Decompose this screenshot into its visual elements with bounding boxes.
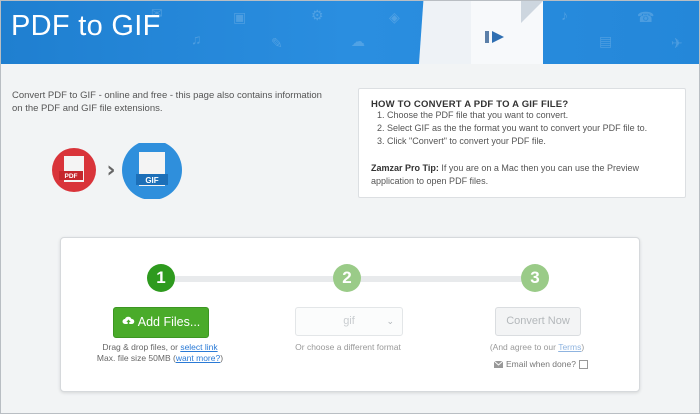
decor-icon: ◈ (389, 9, 400, 25)
header-banner: ✉ ♫ ▣ ✎ ⚙ ☁ ◈ ♪ ▤ ☎ ✈ PDF to GIF (1, 1, 699, 64)
format-select[interactable]: gif ⌄ (295, 307, 403, 336)
email-checkbox[interactable] (578, 360, 588, 370)
pro-tip-label: Zamzar Pro Tip: (371, 163, 439, 173)
howto-step: Choose the PDF file that you want to con… (387, 109, 647, 122)
step-1-badge: 1 (147, 264, 175, 292)
drag-drop-text: Drag & drop files, or (102, 342, 181, 352)
paren: ) (220, 353, 224, 363)
gif-icon-label: GIF (145, 176, 158, 185)
pro-tip: Zamzar Pro Tip: If you are on a Mac then… (371, 162, 676, 188)
howto-step: Select GIF as the the format you want to… (387, 122, 647, 135)
chevron-right-icon: › (106, 158, 115, 183)
decor-icon: ▣ (233, 9, 247, 25)
decor-icon: ☁ (351, 33, 365, 49)
pdf-icon-label: PDF (65, 173, 78, 180)
decor-icon: ♪ (561, 7, 568, 23)
agree-text: (And agree to our (489, 342, 559, 352)
format-hint: Or choose a different format (295, 342, 401, 352)
add-files-button[interactable]: Add Files... (113, 307, 209, 338)
play-icon (485, 31, 504, 43)
howto-steps: Choose the PDF file that you want to con… (373, 109, 647, 148)
decor-icon: ☎ (637, 9, 655, 25)
decor-icon: ✈ (671, 35, 683, 51)
decor-icon: ⚙ (311, 7, 324, 23)
converter-card: 1 2 3 Add Files... Drag & drop files, or… (60, 237, 640, 392)
format-select-value: gif (343, 315, 355, 327)
step-2-badge: 2 (333, 264, 361, 292)
chevron-down-icon: ⌄ (386, 316, 394, 326)
step-3-badge: 3 (521, 264, 549, 292)
decor-icon: ✎ (271, 35, 283, 51)
page-title: PDF to GIF (11, 10, 161, 42)
gif-file-icon: GIF (122, 140, 182, 200)
howto-step: Click "Convert" to convert your PDF file… (387, 135, 647, 148)
envelope-icon (494, 361, 503, 369)
terms-link[interactable]: Terms (558, 342, 581, 352)
howto-panel: HOW TO CONVERT A PDF TO A GIF FILE? Choo… (358, 88, 686, 198)
pdf-file-icon: PDF (52, 148, 96, 192)
convert-now-button[interactable]: Convert Now (495, 307, 581, 336)
select-link[interactable]: select link (180, 342, 217, 352)
decor-icon: ▤ (599, 33, 613, 49)
add-files-label: Add Files... (137, 315, 201, 329)
upload-hint: Drag & drop files, or select link Max. f… (89, 342, 231, 364)
decor-icon: ♫ (191, 31, 202, 47)
document-fold (521, 1, 543, 23)
email-option: Email when done? (494, 359, 588, 370)
page: ✉ ♫ ▣ ✎ ⚙ ☁ ◈ ♪ ▤ ☎ ✈ PDF to GIF Convert… (0, 0, 700, 414)
want-more-link[interactable]: want more? (176, 353, 220, 363)
max-size-text: Max. file size 50MB ( (96, 353, 176, 363)
intro-text: Convert PDF to GIF - online and free - t… (12, 90, 322, 114)
conversion-graphic: PDF › GIF (51, 140, 191, 200)
email-label: Email when done? (506, 359, 576, 369)
terms-notice: (And agree to our Terms) (475, 342, 599, 353)
paren: ) (581, 342, 585, 352)
upload-cloud-icon (122, 316, 134, 326)
